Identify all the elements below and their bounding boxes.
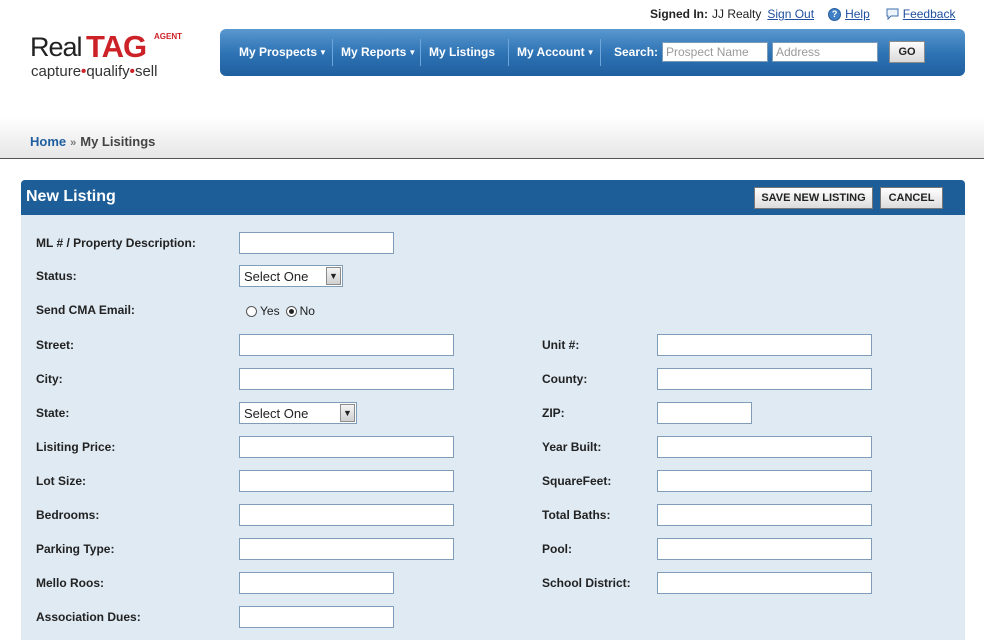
account-bar: Signed In: JJ Realty Sign Out ? Help Fee… bbox=[650, 6, 955, 22]
total-baths-field[interactable] bbox=[657, 504, 872, 526]
breadcrumb-home-link[interactable]: Home bbox=[30, 134, 66, 149]
sign-out-link[interactable]: Sign Out bbox=[767, 7, 814, 21]
listing-price-label: Lisiting Price: bbox=[36, 440, 116, 454]
school-district-field[interactable] bbox=[657, 572, 872, 594]
panel-title: New Listing bbox=[26, 188, 116, 205]
square-feet-label: SquareFeet: bbox=[542, 474, 612, 488]
chevron-down-icon: ▼ bbox=[408, 48, 417, 58]
street-field[interactable] bbox=[239, 334, 454, 356]
address-search-input[interactable] bbox=[772, 42, 878, 62]
status-select[interactable]: Select One ▼ bbox=[239, 265, 343, 287]
feedback-link[interactable]: Feedback bbox=[903, 7, 956, 21]
total-baths-label: Total Baths: bbox=[542, 508, 611, 522]
county-field[interactable] bbox=[657, 368, 872, 390]
state-select[interactable]: Select One ▼ bbox=[239, 402, 357, 424]
status-selected-value: Select One bbox=[244, 269, 309, 284]
lot-size-label: Lot Size: bbox=[36, 474, 86, 488]
logo-tag: TAG bbox=[86, 29, 147, 64]
year-built-field[interactable] bbox=[657, 436, 872, 458]
school-district-label: School District: bbox=[542, 576, 631, 590]
unit-field[interactable] bbox=[657, 334, 872, 356]
nav-my-prospects[interactable]: My Prospects ▼ bbox=[239, 45, 327, 59]
parking-type-label: Parking Type: bbox=[36, 542, 115, 556]
zip-field[interactable] bbox=[657, 402, 752, 424]
signed-in-label: Signed In: bbox=[650, 7, 708, 21]
lot-size-field[interactable] bbox=[239, 470, 454, 492]
pool-label: Pool: bbox=[542, 542, 572, 556]
city-label: City: bbox=[36, 372, 63, 386]
feedback-icon[interactable] bbox=[886, 8, 899, 20]
ml-description-field[interactable] bbox=[239, 232, 394, 254]
feedback-link-wrap[interactable]: Feedback bbox=[886, 7, 956, 21]
cma-yes-radio[interactable] bbox=[246, 305, 257, 317]
state-selected-value: Select One bbox=[244, 406, 309, 421]
cma-email-label: Send CMA Email: bbox=[36, 303, 135, 317]
chevron-down-icon: ▼ bbox=[586, 48, 595, 58]
save-new-listing-button[interactable]: SAVE NEW LISTING bbox=[754, 187, 873, 209]
state-label: State: bbox=[36, 406, 70, 420]
nav-my-account[interactable]: My Account ▼ bbox=[517, 45, 594, 59]
year-built-label: Year Built: bbox=[542, 440, 602, 454]
bedrooms-label: Bedrooms: bbox=[36, 508, 100, 522]
cancel-button[interactable]: CANCEL bbox=[880, 187, 943, 209]
mello-roos-label: Mello Roos: bbox=[36, 576, 104, 590]
cma-yes-label: Yes bbox=[260, 304, 280, 318]
breadcrumb-separator: » bbox=[70, 137, 77, 149]
realtag-logo[interactable]: Real TAG AGENT capture•qualify•sell bbox=[30, 29, 200, 84]
chevron-down-icon[interactable]: ▼ bbox=[340, 404, 355, 422]
signed-in-user: JJ Realty bbox=[712, 7, 762, 21]
help-link-wrap[interactable]: ? Help bbox=[828, 7, 870, 21]
unit-label: Unit #: bbox=[542, 338, 580, 352]
association-dues-field[interactable] bbox=[239, 606, 394, 628]
listing-price-field[interactable] bbox=[239, 436, 454, 458]
cma-email-radio-group: Yes No bbox=[246, 304, 321, 318]
city-field[interactable] bbox=[239, 368, 454, 390]
search-label: Search: bbox=[614, 45, 659, 59]
pool-field[interactable] bbox=[657, 538, 872, 560]
logo-real: Real bbox=[30, 32, 83, 62]
zip-label: ZIP: bbox=[542, 406, 565, 420]
logo-agent: AGENT bbox=[154, 32, 182, 41]
breadcrumb-current: My Lisitings bbox=[80, 134, 156, 149]
logo-tagline: capture•qualify•sell bbox=[31, 63, 158, 80]
cma-no-label: No bbox=[299, 304, 315, 318]
help-link[interactable]: Help bbox=[845, 7, 870, 21]
search-go-button[interactable]: GO bbox=[889, 41, 925, 63]
county-label: County: bbox=[542, 372, 588, 386]
square-feet-field[interactable] bbox=[657, 470, 872, 492]
new-listing-panel: New Listing SAVE NEW LISTING CANCEL ML #… bbox=[21, 180, 965, 640]
breadcrumb-band: Home » My Lisitings bbox=[0, 116, 984, 159]
nav-my-reports[interactable]: My Reports ▼ bbox=[341, 45, 416, 59]
prospect-name-search-input[interactable] bbox=[662, 42, 768, 62]
ml-label: ML # / Property Description: bbox=[36, 236, 196, 250]
cma-no-radio[interactable] bbox=[285, 305, 297, 317]
association-dues-label: Association Dues: bbox=[36, 610, 141, 624]
help-icon[interactable]: ? bbox=[828, 7, 842, 21]
status-label: Status: bbox=[36, 269, 77, 283]
mello-roos-field[interactable] bbox=[239, 572, 394, 594]
nav-my-listings[interactable]: My Listings bbox=[429, 45, 495, 59]
street-label: Street: bbox=[36, 338, 75, 352]
bedrooms-field[interactable] bbox=[239, 504, 454, 526]
panel-header: New Listing SAVE NEW LISTING CANCEL bbox=[21, 180, 965, 215]
parking-type-field[interactable] bbox=[239, 538, 454, 560]
breadcrumb: Home » My Lisitings bbox=[30, 134, 155, 149]
chevron-down-icon: ▼ bbox=[319, 48, 327, 58]
chevron-down-icon[interactable]: ▼ bbox=[326, 267, 341, 285]
main-nav: My Prospects ▼ My Reports ▼ My Listings My… bbox=[220, 29, 965, 76]
